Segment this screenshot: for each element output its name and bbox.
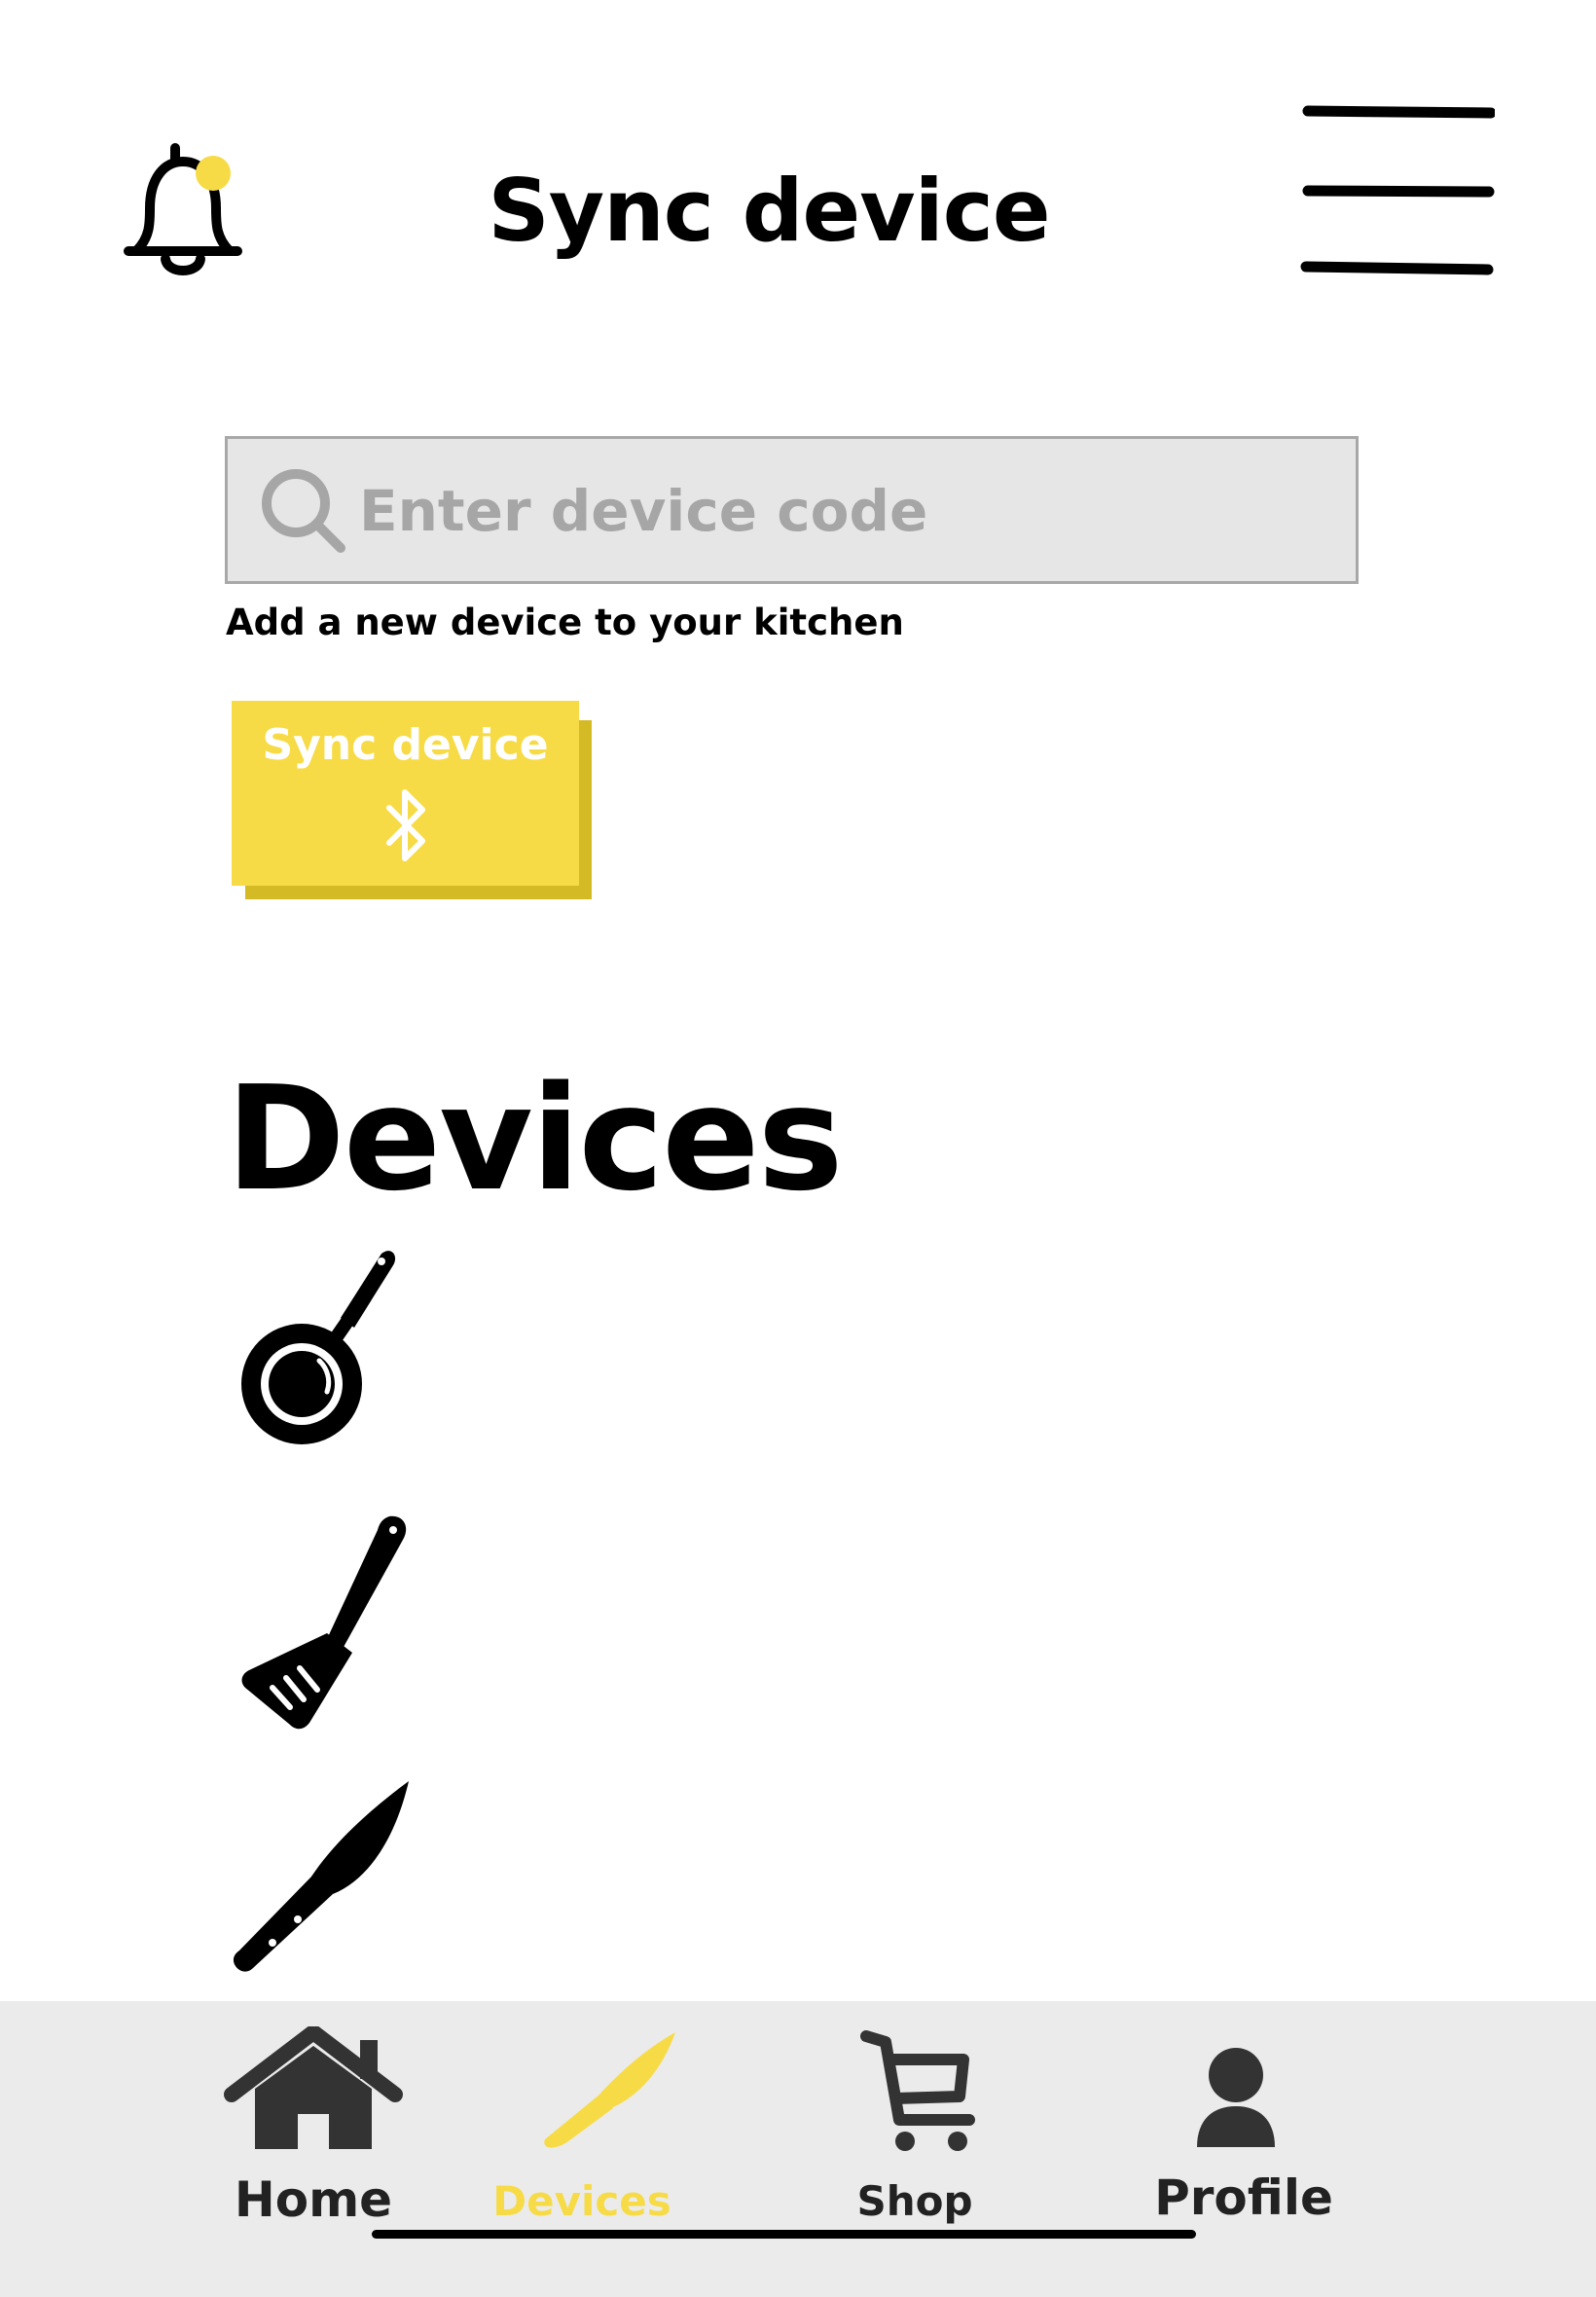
knife-icon [544,2032,675,2148]
home-indicator [372,2230,1196,2239]
bottom-navigation: Home Devices Shop Profile [0,2001,1596,2297]
home-icon [224,2024,403,2149]
nav-item-home[interactable]: Home [216,2024,411,2250]
nav-item-shop[interactable]: Shop [817,2026,1012,2250]
sync-device-button[interactable]: Sync device [232,701,579,886]
knife-icon [233,1781,409,1972]
spatula-icon [241,1515,407,1730]
frying-pan-icon [241,1251,396,1444]
cart-icon [860,2030,975,2151]
devices-heading: Devices [226,1055,844,1222]
device-item-knife[interactable] [226,1773,420,2007]
device-code-input[interactable] [359,458,1313,564]
bluetooth-icon [381,783,430,870]
device-item-frying-pan[interactable] [226,1236,420,1470]
nav-item-devices[interactable]: Devices [485,2026,679,2250]
nav-label-profile: Profile [1154,2169,1333,2226]
nav-item-profile[interactable]: Profile [1137,2026,1351,2250]
nav-label-home: Home [234,2171,393,2228]
search-icon [257,464,350,558]
user-icon [1197,2048,1275,2147]
device-item-spatula[interactable] [226,1507,420,1740]
sync-button-label: Sync device [262,720,549,770]
nav-label-shop: Shop [856,2177,973,2225]
device-code-search-box[interactable] [225,436,1359,584]
nav-label-devices: Devices [492,2177,671,2225]
helper-text: Add a new device to your kitchen [226,602,904,643]
hamburger-menu-icon[interactable] [1300,97,1497,292]
